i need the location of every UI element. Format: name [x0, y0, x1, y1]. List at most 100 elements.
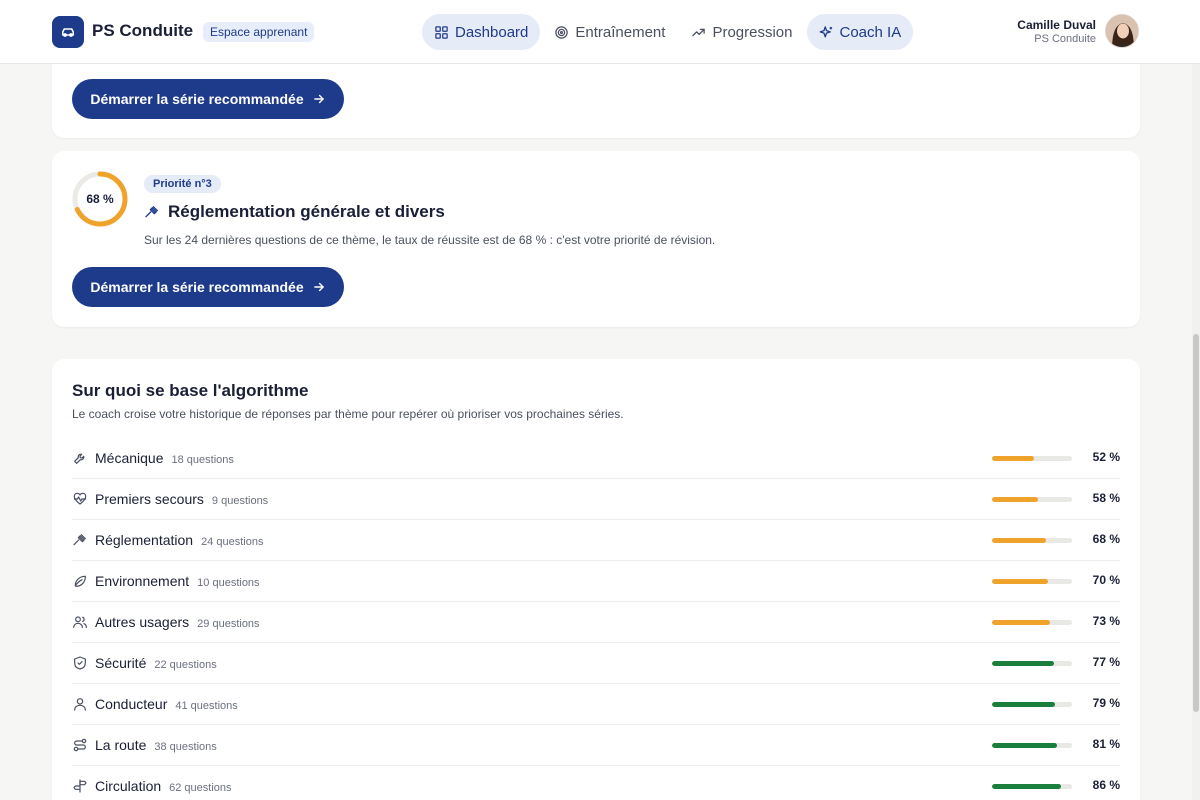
shield-icon: [74, 656, 86, 670]
start-series-label: Démarrer la série recommandée: [90, 279, 304, 295]
theme-label: Conducteur: [95, 696, 168, 712]
start-series-button[interactable]: Démarrer la série recommandée: [72, 79, 344, 119]
success-bar-fill: [992, 579, 1048, 584]
start-series-button[interactable]: Démarrer la série recommandée: [72, 267, 344, 307]
brand-name[interactable]: PS Conduite: [92, 21, 193, 41]
success-bar: [992, 620, 1072, 625]
list-item[interactable]: Environnement 10 questions 70 %: [72, 561, 1120, 602]
nav-progression-label: Progression: [712, 23, 793, 41]
success-bar-fill: [992, 497, 1039, 502]
list-item[interactable]: Premiers secours 9 questions 58 %: [72, 479, 1120, 520]
heart-pulse-icon: [73, 492, 87, 505]
leaf-icon: [74, 575, 86, 587]
list-item[interactable]: Réglementation 24 questions 68 %: [72, 520, 1120, 561]
grid-icon: [435, 25, 448, 39]
theme-label: Mécanique: [95, 450, 164, 466]
theme-name: Mécanique 18 questions: [95, 450, 234, 466]
question-count: 38 questions: [154, 741, 217, 753]
question-count: 41 questions: [175, 700, 238, 712]
list-item[interactable]: La route 38 questions 81 %: [72, 725, 1120, 766]
success-bar: [992, 743, 1072, 748]
question-count: 22 questions: [154, 659, 217, 671]
question-count: 9 questions: [211, 495, 269, 507]
avatar[interactable]: [1105, 14, 1139, 48]
priority-description: Sur les 24 dernières questions de ce thè…: [144, 233, 716, 247]
success-bar: [992, 497, 1072, 502]
algorithm-title: Sur quoi se base l'algorithme: [72, 381, 309, 400]
question-count: 18 questions: [171, 454, 234, 466]
wrench-icon: [74, 453, 85, 464]
nav-progression[interactable]: Progression: [679, 14, 804, 50]
success-bar: [992, 538, 1072, 543]
success-bar: [992, 456, 1072, 461]
target-icon: [555, 25, 569, 39]
success-rate: 52 %: [1092, 450, 1120, 464]
success-rate: 68 %: [1092, 532, 1120, 546]
nav-entrainement[interactable]: Entraînement: [542, 14, 677, 50]
theme-name: Premiers secours 9 questions: [95, 491, 268, 507]
success-bar-fill: [992, 456, 1034, 461]
priority-card: 68 % Priorité n°3 Réglementation général…: [52, 151, 1140, 327]
arrow-right-icon: [313, 94, 324, 104]
trend-icon: [692, 28, 706, 36]
main-nav: Dashboard Entraînement Progression Coach…: [422, 14, 914, 50]
list-item[interactable]: Autres usagers 29 questions 73 %: [72, 602, 1120, 643]
sparkles-icon: [819, 25, 832, 37]
nav-coach-ia-label: Coach IA: [839, 23, 902, 41]
success-bar: [992, 784, 1072, 789]
theme-list: Mécanique 18 questions 52 % Premiers secour…: [72, 438, 1120, 800]
list-item[interactable]: Sécurité 22 questions 77 %: [72, 643, 1120, 684]
theme-name: Circulation 62 questions: [95, 778, 232, 794]
theme-label: Sécurité: [95, 655, 147, 671]
start-series-label: Démarrer la série recommandée: [90, 91, 304, 107]
scrollbar-thumb[interactable]: [1193, 334, 1199, 712]
theme-name: Conducteur 41 questions: [95, 696, 238, 712]
space-badge: Espace apprenant: [203, 22, 315, 42]
arrow-right-icon: [313, 282, 324, 292]
success-bar: [992, 579, 1072, 584]
user-name: Camille Duval: [1017, 18, 1096, 32]
theme-label: Réglementation: [95, 532, 194, 548]
theme-label: Environnement: [95, 573, 190, 589]
question-count: 24 questions: [201, 536, 264, 548]
theme-label: Autres usagers: [95, 614, 190, 630]
priority-badge: Priorité n°3: [144, 175, 221, 193]
success-bar-fill: [992, 743, 1057, 748]
success-rate: 58 %: [1092, 491, 1120, 505]
success-bar: [992, 661, 1072, 666]
user-icon: [74, 698, 86, 711]
theme-label: Premiers secours: [95, 491, 204, 507]
theme-name: Autres usagers 29 questions: [95, 614, 260, 630]
success-rate: 81 %: [1092, 737, 1120, 751]
success-bar-fill: [992, 784, 1061, 789]
success-bar-fill: [992, 538, 1047, 543]
nav-entrainement-label: Entraînement: [575, 23, 666, 41]
nav-dashboard[interactable]: Dashboard: [422, 14, 541, 50]
gavel-icon: [145, 206, 158, 218]
score-value: 68 %: [86, 192, 114, 206]
nav-coach-ia[interactable]: Coach IA: [806, 14, 914, 50]
theme-name: Sécurité 22 questions: [95, 655, 217, 671]
success-bar: [992, 702, 1072, 707]
algorithm-subtitle: Le coach croise votre historique de répo…: [72, 407, 624, 421]
list-item[interactable]: Mécanique 18 questions 52 %: [72, 438, 1120, 479]
car-logo-icon[interactable]: [52, 16, 84, 48]
theme-name: La route 38 questions: [95, 737, 217, 753]
list-item[interactable]: Conducteur 41 questions 79 %: [72, 684, 1120, 725]
success-rate: 86 %: [1092, 778, 1120, 792]
algorithm-card: Sur quoi se base l'algorithme Le coach c…: [52, 359, 1140, 800]
route-icon: [73, 738, 87, 752]
signpost-icon: [73, 779, 87, 793]
theme-name: Réglementation 24 questions: [95, 532, 263, 548]
question-count: 62 questions: [169, 782, 232, 794]
theme-label: Circulation: [95, 778, 162, 794]
theme-name: Environnement 10 questions: [95, 573, 260, 589]
priority-title: Réglementation générale et divers: [144, 202, 445, 222]
top-navigation-bar: PS Conduite Espace apprenant Dashboard E…: [0, 0, 1200, 64]
success-rate: 77 %: [1092, 655, 1120, 669]
priority-title-text: Réglementation générale et divers: [168, 202, 445, 221]
question-count: 10 questions: [197, 577, 260, 589]
success-rate: 70 %: [1092, 573, 1120, 587]
list-item[interactable]: Circulation 62 questions 86 %: [72, 766, 1120, 800]
success-rate: 79 %: [1092, 696, 1120, 710]
